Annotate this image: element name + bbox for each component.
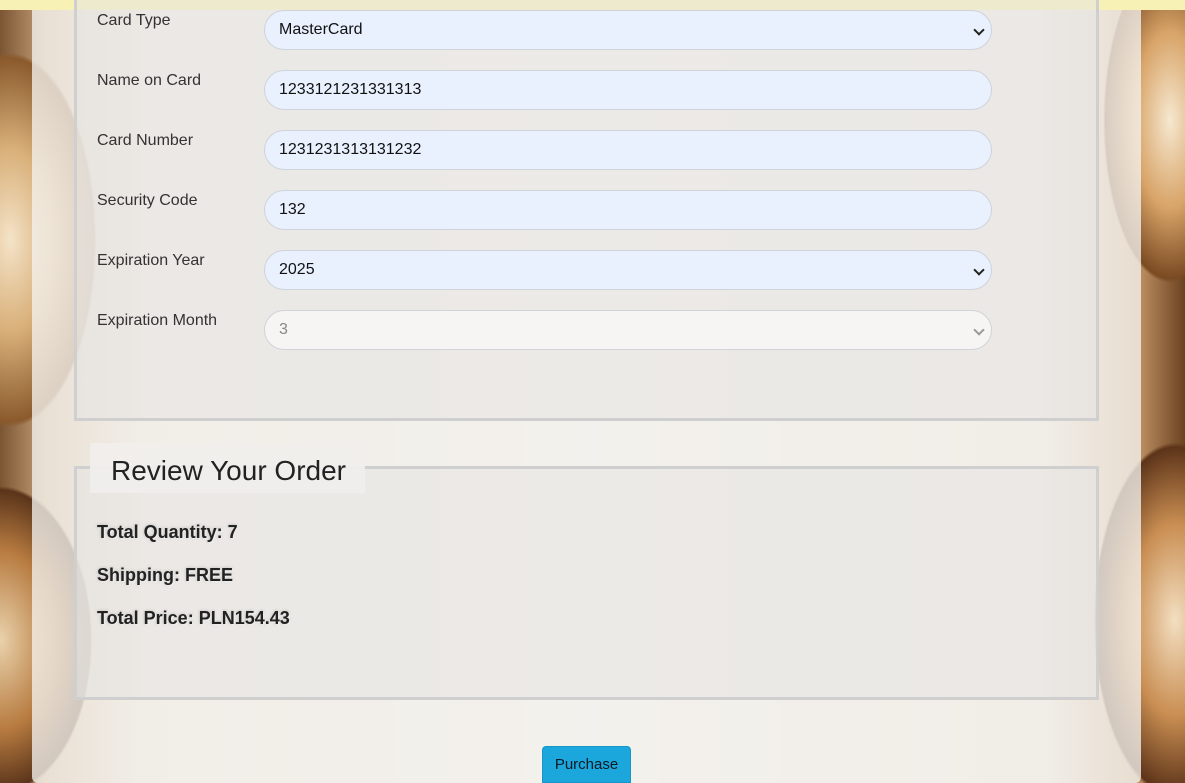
card-type-row: Card Type MasterCard [97, 10, 992, 50]
name-on-card-row: Name on Card 1233121231331313 [97, 70, 992, 110]
card-number-label: Card Number [97, 132, 194, 149]
chevron-down-icon [973, 264, 985, 276]
purchase-button[interactable]: Purchase [542, 746, 631, 783]
total-quantity: Total Quantity: 7 [97, 522, 238, 542]
total-price: Total Price: PLN154.43 [97, 608, 290, 628]
expiration-month-value: 3 [279, 321, 288, 338]
expiration-month-row: Expiration Month 3 [97, 310, 992, 350]
expiration-year-select[interactable]: 2025 [264, 250, 992, 290]
card-type-label: Card Type [97, 12, 171, 29]
chevron-down-icon [973, 24, 985, 36]
name-on-card-input[interactable]: 1233121231331313 [264, 70, 992, 110]
security-code-row: Security Code 132 [97, 190, 992, 230]
expiration-year-row: Expiration Year 2025 [97, 250, 992, 290]
shipping-info: Shipping: FREE [97, 565, 233, 585]
card-type-value: MasterCard [279, 21, 363, 38]
expiration-year-value: 2025 [279, 261, 315, 278]
expiration-month-label: Expiration Month [97, 312, 218, 329]
review-title: Review Your Order [90, 443, 365, 493]
name-on-card-label: Name on Card [97, 72, 202, 89]
expiration-month-select[interactable]: 3 [264, 310, 992, 350]
security-code-label: Security Code [97, 192, 198, 209]
card-type-select[interactable]: MasterCard [264, 10, 992, 50]
chevron-down-icon [973, 324, 985, 336]
expiration-year-label: Expiration Year [97, 252, 205, 269]
security-code-input[interactable]: 132 [264, 190, 992, 230]
card-number-row: Card Number 1231231313131232 [97, 130, 992, 170]
card-number-input[interactable]: 1231231313131232 [264, 130, 992, 170]
